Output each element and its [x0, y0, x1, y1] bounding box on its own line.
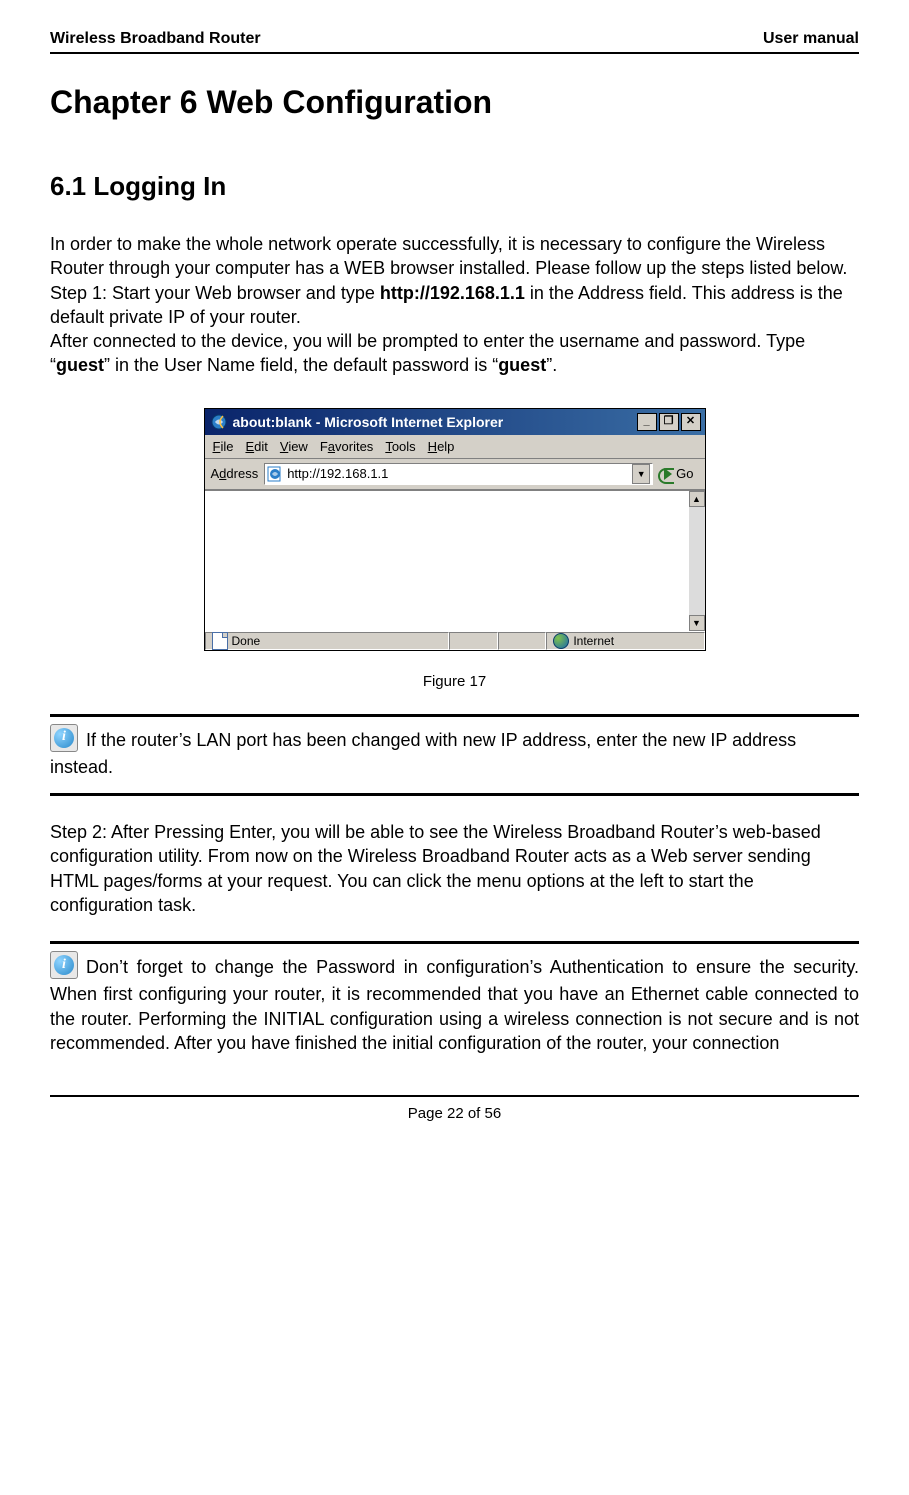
- address-label: Address: [211, 466, 259, 481]
- menu-edit[interactable]: Edit: [245, 439, 267, 454]
- menu-help[interactable]: Help: [428, 439, 455, 454]
- menu-favorites[interactable]: Favorites: [320, 439, 373, 454]
- step1-prefix: Step 1: Start your Web browser and type: [50, 283, 380, 303]
- intro-p1: In order to make the whole network opera…: [50, 234, 847, 278]
- info-note-1: iIf the router’s LAN port has been chang…: [50, 727, 859, 779]
- username-default: guest: [56, 355, 104, 375]
- horizontal-rule: [50, 941, 859, 944]
- internet-zone-icon: [553, 633, 569, 649]
- ie-logo-icon: [211, 414, 227, 430]
- note2-text: Don’t forget to change the Password in c…: [50, 957, 859, 1053]
- ie-addressbar: Address http://192.168.1.1 ▼ Go: [205, 459, 705, 490]
- after-connect-mid: ” in the User Name field, the default pa…: [104, 355, 498, 375]
- ie-titlebar: about:blank - Microsoft Internet Explore…: [205, 409, 705, 435]
- scroll-up-button[interactable]: ▲: [689, 491, 705, 507]
- figure-17: about:blank - Microsoft Internet Explore…: [50, 408, 859, 690]
- document-icon: [212, 632, 228, 650]
- info-icon: i: [50, 724, 78, 752]
- ie-statusbar: Done Internet: [205, 631, 705, 650]
- section-title: 6.1 Logging In: [50, 171, 859, 202]
- ie-window-title: about:blank - Microsoft Internet Explore…: [233, 414, 504, 430]
- ie-vertical-scrollbar[interactable]: ▲ ▼: [689, 491, 705, 631]
- after-connect-suffix: ”.: [546, 355, 557, 375]
- ie-window: about:blank - Microsoft Internet Explore…: [204, 408, 706, 651]
- menu-tools[interactable]: Tools: [385, 439, 415, 454]
- address-dropdown[interactable]: ▼: [632, 464, 650, 484]
- minimize-button[interactable]: _: [637, 413, 657, 431]
- restore-button[interactable]: ❐: [659, 413, 679, 431]
- page-number: Page 22 of 56: [408, 1105, 501, 1122]
- info-note-2: iDon’t forget to change the Password in …: [50, 954, 859, 1055]
- status-empty-cell-1: [449, 632, 498, 650]
- step1-url: http://192.168.1.1: [380, 283, 525, 303]
- status-done-cell: Done: [205, 632, 450, 650]
- ie-content-area: ▲ ▼: [205, 490, 705, 631]
- ie-menubar: File Edit View Favorites Tools Help: [205, 435, 705, 459]
- status-empty-cell-2: [498, 632, 547, 650]
- header-left: Wireless Broadband Router: [50, 30, 261, 48]
- ie-page-icon: [267, 466, 283, 482]
- header-right: User manual: [763, 30, 859, 48]
- close-button[interactable]: ✕: [681, 413, 701, 431]
- scroll-down-button[interactable]: ▼: [689, 615, 705, 631]
- status-zone-cell: Internet: [546, 632, 704, 650]
- menu-file[interactable]: File: [213, 439, 234, 454]
- figure-caption: Figure 17: [50, 673, 859, 690]
- info-icon: i: [50, 951, 78, 979]
- chapter-title: Chapter 6 Web Configuration: [50, 84, 859, 121]
- status-done-text: Done: [232, 634, 261, 648]
- go-button[interactable]: Go: [659, 463, 698, 484]
- step2-paragraph: Step 2: After Pressing Enter, you will b…: [50, 820, 859, 917]
- menu-view[interactable]: View: [280, 439, 308, 454]
- status-zone-text: Internet: [573, 634, 614, 648]
- go-label: Go: [676, 466, 693, 481]
- horizontal-rule: [50, 714, 859, 717]
- go-arrow-icon: [664, 468, 672, 480]
- page-footer: Page 22 of 56: [50, 1095, 859, 1122]
- horizontal-rule: [50, 793, 859, 796]
- address-value: http://192.168.1.1: [283, 466, 632, 481]
- note1-text: If the router’s LAN port has been change…: [50, 730, 796, 777]
- address-field[interactable]: http://192.168.1.1 ▼: [264, 463, 653, 485]
- intro-paragraphs: In order to make the whole network opera…: [50, 232, 859, 378]
- page-header: Wireless Broadband Router User manual: [50, 30, 859, 54]
- password-default: guest: [498, 355, 546, 375]
